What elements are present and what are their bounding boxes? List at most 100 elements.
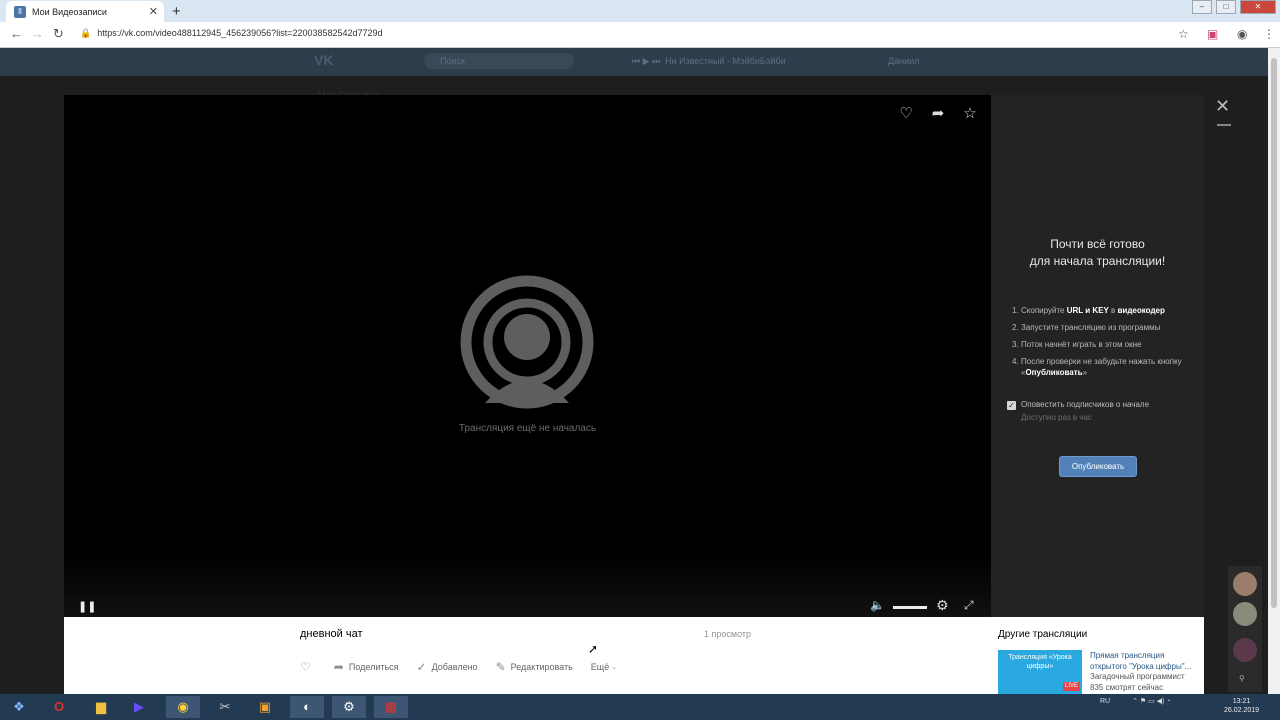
audio-controls-icon: ⏮ ▶ ⏭: [632, 56, 666, 66]
mouse-cursor-icon: ➚: [588, 642, 599, 656]
thumbnail-caption: Трансляция «Урока цифры»: [1008, 654, 1072, 670]
notify-label: Оповестить подписчиков о начале: [1021, 400, 1150, 409]
browser-tab-strip: ll Мои Видеозаписи ✕ + – □ ✕: [0, 0, 1280, 22]
tools-icon[interactable]: ✂: [208, 696, 242, 718]
lock-icon: 🔒: [80, 28, 92, 38]
heart-icon: ♡: [300, 660, 311, 674]
tab-close-icon[interactable]: ✕: [149, 5, 158, 18]
fullscreen-icon[interactable]: ⤢: [964, 598, 974, 613]
video-title: дневной чат: [300, 628, 363, 640]
language-indicator[interactable]: RU: [1100, 698, 1110, 705]
setup-steps-list: 1. Скопируйте URL и KEY в видеокодер 2. За…: [1012, 305, 1192, 384]
stream-status-message: Трансляция ещё не началась: [458, 423, 597, 434]
settings-gear-icon[interactable]: ⚙: [936, 597, 949, 614]
modal-minimize-icon[interactable]: [1217, 124, 1231, 126]
url-text: https://vk.com/video488112945_456239056?…: [97, 28, 383, 38]
friend-avatar[interactable]: [1233, 602, 1257, 626]
video-info-panel: дневной чат 1 просмотр ♡ ➦ Поделиться ✓ До…: [64, 617, 1204, 694]
related-stream-author[interactable]: Загадочный программист: [1090, 672, 1185, 681]
pause-icon[interactable]: ❚❚: [78, 600, 96, 613]
chrome-icon[interactable]: ◉: [166, 696, 200, 718]
share-button[interactable]: ➦ Поделиться: [334, 660, 399, 674]
edit-button[interactable]: ✎ Редактировать: [496, 660, 573, 674]
notify-checkbox[interactable]: ✓: [1007, 401, 1016, 410]
setup-title-line1: Почти всё готово: [1050, 237, 1145, 251]
setup-title: Почти всё готово для начала трансляции!: [991, 236, 1204, 270]
start-button-icon[interactable]: ❖: [2, 696, 36, 718]
vk-search-input[interactable]: Поиск: [424, 53, 574, 69]
publish-button[interactable]: Опубликовать: [1059, 456, 1137, 477]
share-icon: ➦: [333, 660, 344, 674]
broadcast-icon: [460, 275, 594, 409]
maximize-window-button[interactable]: □: [1216, 0, 1236, 14]
favorite-star-icon[interactable]: ☆: [959, 103, 981, 125]
vk-audio-player[interactable]: ⏮ ▶ ⏭ Ни Известный - МэйбиБэйби: [632, 56, 786, 67]
taskbar-clock[interactable]: 13:21 26.02.2019: [1224, 697, 1259, 715]
obs-icon[interactable]: ◐: [290, 696, 324, 718]
media-player-icon[interactable]: ▶: [122, 696, 156, 718]
new-tab-button[interactable]: +: [172, 3, 181, 20]
notify-hint: Доступно раз в час: [1021, 413, 1092, 422]
reload-icon[interactable]: ↻: [53, 26, 64, 42]
folder-icon[interactable]: ▆: [84, 696, 118, 718]
stream-setup-panel: Почти всё готово для начала трансляции! …: [991, 95, 1204, 617]
vk-user-name[interactable]: Даниил: [888, 56, 919, 66]
added-button[interactable]: ✓ Добавлено: [417, 660, 478, 674]
other-streams-heading: Другие трансляции: [998, 629, 1088, 640]
chevron-down-icon: ⌄: [611, 664, 618, 671]
browser-tab[interactable]: ll Мои Видеозаписи ✕: [6, 1, 164, 22]
close-window-button[interactable]: ✕: [1240, 0, 1276, 14]
profile-avatar-icon[interactable]: ◉: [1237, 27, 1247, 41]
friend-avatar[interactable]: [1233, 638, 1257, 662]
url-field[interactable]: 🔒 https://vk.com/video488112945_456239056…: [80, 28, 383, 39]
windows-taskbar: ❖ O ▆ ▶ ◉ ✂ ▣ ◐ ⚙ ▩ RU ⌃ ⚑ ▭ ◀) ◔ 13:21 …: [0, 694, 1280, 720]
controls-gradient: [64, 557, 991, 617]
bookmark-star-icon[interactable]: ☆: [1178, 27, 1189, 41]
chat-friends-bar: ⚲: [1228, 566, 1262, 692]
tab-title: Мои Видеозаписи: [32, 6, 107, 17]
like-button[interactable]: ♡: [300, 660, 316, 674]
more-button[interactable]: Ещё ⌄: [591, 662, 617, 672]
view-count: 1 просмотр: [704, 629, 752, 639]
live-badge: LIVE: [1062, 682, 1080, 691]
share-arrow-icon[interactable]: ➦: [927, 103, 949, 125]
tray-icons[interactable]: ⌃ ⚑ ▭ ◀) ◔: [1132, 698, 1170, 705]
video-app-icon[interactable]: ▣: [248, 696, 282, 718]
related-stream-title[interactable]: Прямая трансляция открытого "Урока цифры…: [1090, 650, 1200, 672]
system-tray: RU ⌃ ⚑ ▭ ◀) ◔: [1100, 697, 1171, 705]
browser-menu-icon[interactable]: ⋮: [1263, 27, 1275, 41]
pencil-icon: ✎: [495, 660, 506, 674]
setup-step: 3. Поток начнёт играть в этом окне: [1012, 340, 1142, 349]
game-icon[interactable]: ▩: [374, 696, 408, 718]
related-stream-thumbnail[interactable]: Трансляция «Урока цифры» LIVE: [998, 650, 1082, 694]
setup-step: 1. Скопируйте URL и KEY в видеокодер: [1012, 306, 1165, 315]
modal-close-icon[interactable]: ✕: [1215, 96, 1230, 117]
opera-icon[interactable]: O: [42, 696, 76, 718]
page-scrollbar[interactable]: [1268, 48, 1280, 694]
related-stream-viewers: 835 смотрят сейчас: [1090, 683, 1164, 692]
window-controls: – □ ✕: [1192, 0, 1276, 14]
vk-logo-icon[interactable]: VK: [314, 52, 333, 68]
setup-title-line2: для начала трансляции!: [1029, 254, 1166, 268]
forward-arrow-icon[interactable]: →: [31, 26, 44, 41]
clock-time: 13:21: [1232, 698, 1251, 705]
like-heart-icon[interactable]: ♡: [895, 103, 917, 125]
volume-slider[interactable]: [893, 606, 927, 609]
scrollbar-thumb[interactable]: [1271, 58, 1277, 608]
setup-step: 4. После проверки не забудьте нажать кноп…: [1012, 357, 1182, 377]
address-bar: ← → ↻ 🔒 https://vk.com/video488112945_456…: [0, 22, 1280, 48]
extension-icon[interactable]: ▣: [1207, 27, 1218, 41]
vk-header: VK Поиск ⏮ ▶ ⏭ Ни Известный - МэйбиБэйби…: [0, 48, 1268, 76]
volume-icon[interactable]: 🔈: [870, 598, 885, 612]
clock-date: 26.02.2019: [1224, 707, 1260, 714]
friend-avatar[interactable]: [1233, 572, 1257, 596]
video-player[interactable]: ♡ ➦ ☆ Трансляция ещё не началась ❚❚ 🔈 ⚙ …: [64, 95, 991, 617]
player-top-actions: ♡ ➦ ☆: [895, 103, 981, 125]
video-actions: ♡ ➦ Поделиться ✓ Добавлено ✎ Редактировать …: [300, 660, 635, 674]
back-arrow-icon[interactable]: ←: [10, 26, 23, 41]
friends-list-icon[interactable]: ⚲: [1239, 674, 1245, 683]
notify-subscribers-option[interactable]: ✓ Оповестить подписчиков о начале: [1007, 400, 1149, 410]
minimize-window-button[interactable]: –: [1192, 0, 1212, 14]
vk-favicon-icon: ll: [14, 5, 26, 18]
steam-icon[interactable]: ⚙: [332, 696, 366, 718]
